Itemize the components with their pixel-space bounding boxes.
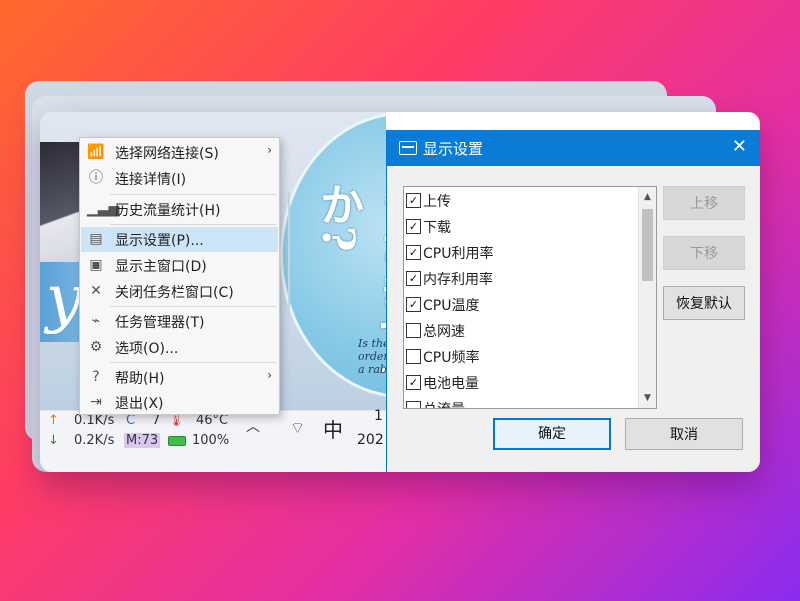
cancel-button[interactable]: 取消 — [625, 418, 743, 450]
cpu-temperature: 46°C — [196, 413, 229, 428]
display-settings-dialog: 显示设置 ✕ ✓ 上传 ✓ 下载 ✓ CPU利用率 ✓ 内存利用率 ✓ CPU温度 总网速… — [386, 130, 760, 472]
menu-item-label: 退出(X) — [115, 396, 164, 412]
wifi-icon[interactable]: ⌔ — [290, 418, 305, 438]
info-icon: ⓘ — [89, 170, 103, 186]
close-icon: ✕ — [90, 283, 102, 299]
restore-default-button[interactable]: 恢复默认 — [663, 286, 745, 320]
gear-icon: ⚙ — [89, 339, 103, 355]
thermometer-icon: 🌡 — [168, 413, 185, 428]
list-item[interactable]: CPU频率 — [406, 343, 636, 369]
chevron-right-icon: › — [267, 368, 272, 382]
menu-separator — [110, 362, 276, 363]
clock-date[interactable]: 202 — [357, 432, 384, 448]
menu-item-label: 任务管理器(T) — [115, 315, 205, 331]
checkbox[interactable]: ✓ — [406, 193, 421, 208]
context-menu: 📶 选择网络连接(S) › ⓘ 连接详情(I) ▁▃▅ 历史流量统计(H) ▤ … — [79, 137, 280, 415]
list-item[interactable]: 总流量 — [406, 395, 636, 408]
menu-item-select-network[interactable]: 📶 选择网络连接(S) › — [81, 140, 278, 165]
list-item-label: CPU温度 — [423, 298, 480, 314]
clock-time[interactable]: 1 — [374, 408, 383, 424]
menu-item-label: 显示设置(P)... — [115, 233, 204, 249]
task-manager-icon: ⌁ — [91, 313, 101, 329]
list-item-label: 电池电量 — [423, 376, 479, 392]
menu-item-label: 选项(O)... — [115, 341, 179, 357]
menu-item-help[interactable]: ? 帮助(H) › — [81, 365, 278, 390]
download-arrow-icon: ↓ — [48, 433, 59, 448]
dialog-title: 显示设置 — [423, 140, 484, 158]
bar-chart-icon: ▁▃▅ — [87, 201, 120, 217]
wallpaper-letter: y — [46, 262, 83, 336]
list-item[interactable]: ✓ 内存利用率 — [406, 265, 636, 291]
menu-item-label: 选择网络连接(S) — [115, 146, 219, 162]
menu-item-options[interactable]: ⚙ 选项(O)... — [81, 335, 278, 360]
battery-level: 100% — [192, 433, 230, 448]
upload-arrow-icon: ↑ — [48, 413, 59, 428]
menu-item-connection-details[interactable]: ⓘ 连接详情(I) — [81, 166, 278, 191]
scrollbar-thumb[interactable] — [642, 209, 653, 281]
display-settings-icon: ▤ — [89, 231, 103, 247]
chevron-up-icon[interactable]: ︿ — [246, 416, 260, 436]
cpu-value: 7 — [152, 413, 161, 428]
dialog-titlebar: 显示设置 ✕ — [387, 130, 760, 166]
menu-item-label: 连接详情(I) — [115, 172, 187, 188]
ime-indicator[interactable]: 中 — [323, 414, 343, 443]
scroll-down-icon[interactable]: ▼ — [639, 390, 656, 406]
upload-speed: 0.1K/s — [74, 413, 115, 428]
battery-icon — [168, 433, 186, 448]
list-item-label: 总网速 — [423, 324, 465, 340]
window-icon: ▣ — [89, 257, 103, 273]
wallpaper-ornament — [288, 192, 290, 362]
menu-item-show-main-window[interactable]: ▣ 显示主窗口(D) — [81, 253, 278, 278]
menu-separator — [110, 224, 276, 225]
checkbox[interactable]: ✓ — [406, 271, 421, 286]
list-item[interactable]: ✓ CPU温度 — [406, 291, 636, 317]
checkbox[interactable]: ✓ — [406, 297, 421, 312]
checkbox[interactable] — [406, 323, 421, 338]
display-items-list[interactable]: ✓ 上传 ✓ 下载 ✓ CPU利用率 ✓ 内存利用率 ✓ CPU温度 总网速 CPU频率 … — [403, 186, 657, 409]
close-icon[interactable]: ✕ — [732, 136, 747, 157]
list-item[interactable]: ✓ CPU利用率 — [406, 239, 636, 265]
list-item[interactable]: ✓ 下载 — [406, 213, 636, 239]
list-item-label: 上传 — [423, 194, 451, 210]
list-item[interactable]: ✓ 上传 — [406, 187, 636, 213]
menu-item-traffic-history[interactable]: ▁▃▅ 历史流量统计(H) — [81, 197, 278, 222]
list-item[interactable]: 总网速 — [406, 317, 636, 343]
list-item[interactable]: ✓ 电池电量 — [406, 369, 636, 395]
list-item-label: CPU频率 — [423, 350, 480, 366]
download-speed: 0.2K/s — [74, 433, 115, 448]
menu-item-label: 历史流量统计(H) — [115, 203, 221, 219]
move-down-button[interactable]: 下移 — [663, 236, 745, 270]
display-settings-icon — [399, 141, 417, 155]
checkbox[interactable]: ✓ — [406, 219, 421, 234]
menu-item-task-manager[interactable]: ⌁ 任务管理器(T) — [81, 309, 278, 334]
move-up-button[interactable]: 上移 — [663, 186, 745, 220]
wallpaper-subtitle: Is the order a rabbit? — [358, 337, 386, 376]
scrollbar[interactable]: ▲ ▼ — [638, 187, 656, 408]
scroll-up-icon[interactable]: ▲ — [639, 189, 656, 205]
checkbox[interactable]: ✓ — [406, 245, 421, 260]
checkbox[interactable] — [406, 349, 421, 364]
menu-item-label: 关闭任务栏窗口(C) — [115, 285, 234, 301]
list-item-label: 总流量 — [423, 399, 465, 408]
menu-separator — [110, 194, 276, 195]
signal-icon: 📶 — [87, 144, 105, 160]
checkbox[interactable]: ✓ — [406, 375, 421, 390]
cpu-label: C — [126, 413, 136, 428]
exit-icon: ⇥ — [90, 394, 102, 410]
memory-usage: M:73 — [124, 433, 161, 448]
menu-separator — [110, 306, 276, 307]
list-item-label: 内存利用率 — [423, 272, 493, 288]
chevron-right-icon: › — [267, 143, 272, 157]
menu-item-exit[interactable]: ⇥ 退出(X) — [81, 390, 278, 415]
help-icon: ? — [92, 369, 100, 385]
menu-item-label: 帮助(H) — [115, 371, 165, 387]
menu-item-close-taskbar-window[interactable]: ✕ 关闭任务栏窗口(C) — [81, 279, 278, 304]
ok-button[interactable]: 确定 — [493, 418, 611, 450]
list-item-label: 下载 — [423, 220, 451, 236]
menu-item-display-settings[interactable]: ▤ 显示设置(P)... — [81, 227, 278, 252]
checkbox[interactable] — [406, 401, 421, 408]
list-item-label: CPU利用率 — [423, 246, 494, 262]
menu-item-label: 显示主窗口(D) — [115, 259, 207, 275]
